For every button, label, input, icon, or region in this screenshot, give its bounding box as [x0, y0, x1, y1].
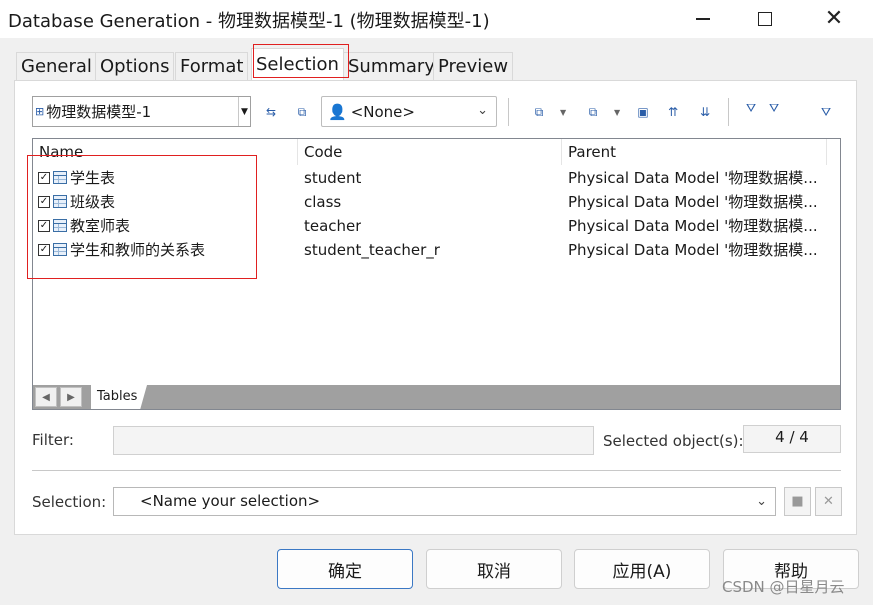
move-to-top-icon[interactable]: ⇈	[664, 103, 682, 121]
filter-edit-icon[interactable]: ⛛	[742, 99, 760, 117]
row-code: student_teacher_r	[304, 241, 440, 259]
filter-input[interactable]	[113, 426, 594, 455]
column-header-name[interactable]: Name	[33, 139, 298, 165]
model-select-value: 物理数据模型-1	[46, 103, 152, 121]
close-icon: ✕	[824, 6, 844, 31]
move-to-bottom-icon[interactable]: ⇊	[696, 103, 714, 121]
filter-label: Filter:	[32, 431, 74, 449]
chevron-down-icon: ⌄	[477, 103, 488, 118]
row-name: 学生和教师的关系表	[70, 241, 206, 259]
close-button[interactable]: ✕	[804, 0, 864, 38]
column-header-parent[interactable]: Parent	[562, 139, 827, 165]
model-icon: ⊞	[35, 105, 45, 118]
chevron-down-icon[interactable]: ▼	[614, 108, 620, 117]
select-all-icon[interactable]: ⧉	[530, 103, 548, 121]
chevron-right-icon: ▶	[67, 391, 75, 403]
tab-format[interactable]: Format	[175, 52, 249, 81]
owner-select[interactable]: 👤 <None> ⌄	[321, 96, 497, 127]
chevron-left-icon: ◀	[42, 391, 50, 403]
window-title: Database Generation - 物理数据模型-1 (物理数据模型-1…	[8, 11, 490, 32]
selected-objects-label: Selected object(s):	[603, 432, 744, 450]
row-parent: Physical Data Model '物理数据模...	[568, 193, 818, 211]
chevron-down-icon: ▼	[238, 97, 250, 126]
ok-button[interactable]: 确定	[277, 549, 413, 589]
row-code: teacher	[304, 217, 362, 235]
title-bar: Database Generation - 物理数据模型-1 (物理数据模型-1…	[0, 0, 873, 38]
tab-general[interactable]: General	[16, 52, 97, 81]
sheet-tab-tables[interactable]: Tables	[91, 385, 147, 409]
apply-button[interactable]: 应用(A)	[574, 549, 710, 589]
row-name: 学生表	[70, 169, 116, 187]
minimize-icon	[696, 18, 710, 20]
list-footer: ◀ ▶ Tables	[33, 385, 840, 409]
table-row[interactable]: ✓ 学生表 student Physical Data Model '物理数据模…	[33, 166, 840, 190]
column-header-code[interactable]: Code	[298, 139, 562, 165]
select-in-diagram-icon[interactable]: ⧉	[293, 103, 311, 121]
selection-combo[interactable]: <Name your selection> ⌄	[113, 487, 776, 516]
filter-select-icon[interactable]: ⛛	[765, 99, 783, 117]
minimize-button[interactable]	[673, 0, 733, 38]
list-header: Name Code Parent	[33, 139, 840, 165]
table-icon	[53, 171, 67, 184]
selection-combo-value: <Name your selection>	[140, 492, 321, 510]
toolbar-divider	[508, 98, 509, 126]
deselect-all-icon[interactable]: ⧉	[584, 103, 602, 121]
table-row[interactable]: ✓ 教室师表 teacher Physical Data Model '物理数据…	[33, 214, 840, 238]
table-icon	[53, 195, 67, 208]
object-list[interactable]: Name Code Parent ✓ 学生表 student Physical …	[32, 138, 841, 410]
owner-select-value: <None>	[350, 102, 415, 121]
tab-summary[interactable]: Summary	[343, 52, 440, 81]
delete-icon: ✕	[823, 494, 834, 509]
table-row[interactable]: ✓ 班级表 class Physical Data Model '物理数据模..…	[33, 190, 840, 214]
save-selection-button[interactable]: ■	[784, 487, 811, 516]
user-icon: 👤	[328, 102, 347, 121]
row-name: 教室师表	[70, 217, 131, 235]
row-parent: Physical Data Model '物理数据模...	[568, 169, 818, 187]
chevron-down-icon: ⌄	[756, 494, 767, 509]
use-graphical-selection-icon[interactable]: ▣	[634, 103, 652, 121]
clear-filter-icon[interactable]: ⛛	[817, 103, 835, 121]
tab-options[interactable]: Options	[95, 52, 175, 81]
row-code: class	[304, 193, 342, 211]
model-select[interactable]: ⊞ 物理数据模型-1 ▼	[32, 96, 251, 127]
table-icon	[53, 219, 67, 232]
scroll-left-button[interactable]: ◀	[35, 387, 57, 407]
tab-selection[interactable]: Selection	[251, 48, 344, 82]
scroll-right-button[interactable]: ▶	[60, 387, 82, 407]
table-row[interactable]: ✓ 学生和教师的关系表 student_teacher_r Physical D…	[33, 238, 840, 262]
table-icon	[53, 243, 67, 256]
row-checkbox[interactable]: ✓	[38, 244, 50, 256]
row-checkbox[interactable]: ✓	[38, 196, 50, 208]
delete-selection-button[interactable]: ✕	[815, 487, 842, 516]
save-icon: ■	[791, 494, 804, 509]
maximize-button[interactable]	[735, 0, 795, 38]
row-code: student	[304, 169, 362, 187]
selection-label: Selection:	[32, 493, 107, 511]
toolbar-divider	[728, 98, 729, 126]
selected-objects-count: 4 / 4	[743, 425, 841, 453]
cancel-button[interactable]: 取消	[426, 549, 562, 589]
include-submodels-icon[interactable]: ⇆	[262, 103, 280, 121]
watermark: CSDN @日星月云	[722, 578, 845, 596]
row-checkbox[interactable]: ✓	[38, 220, 50, 232]
tab-preview[interactable]: Preview	[433, 52, 514, 81]
chevron-down-icon[interactable]: ▼	[560, 108, 566, 117]
row-parent: Physical Data Model '物理数据模...	[568, 217, 818, 235]
maximize-icon	[758, 12, 772, 26]
row-checkbox[interactable]: ✓	[38, 172, 50, 184]
row-name: 班级表	[70, 193, 116, 211]
row-parent: Physical Data Model '物理数据模...	[568, 241, 818, 259]
divider	[32, 470, 841, 471]
